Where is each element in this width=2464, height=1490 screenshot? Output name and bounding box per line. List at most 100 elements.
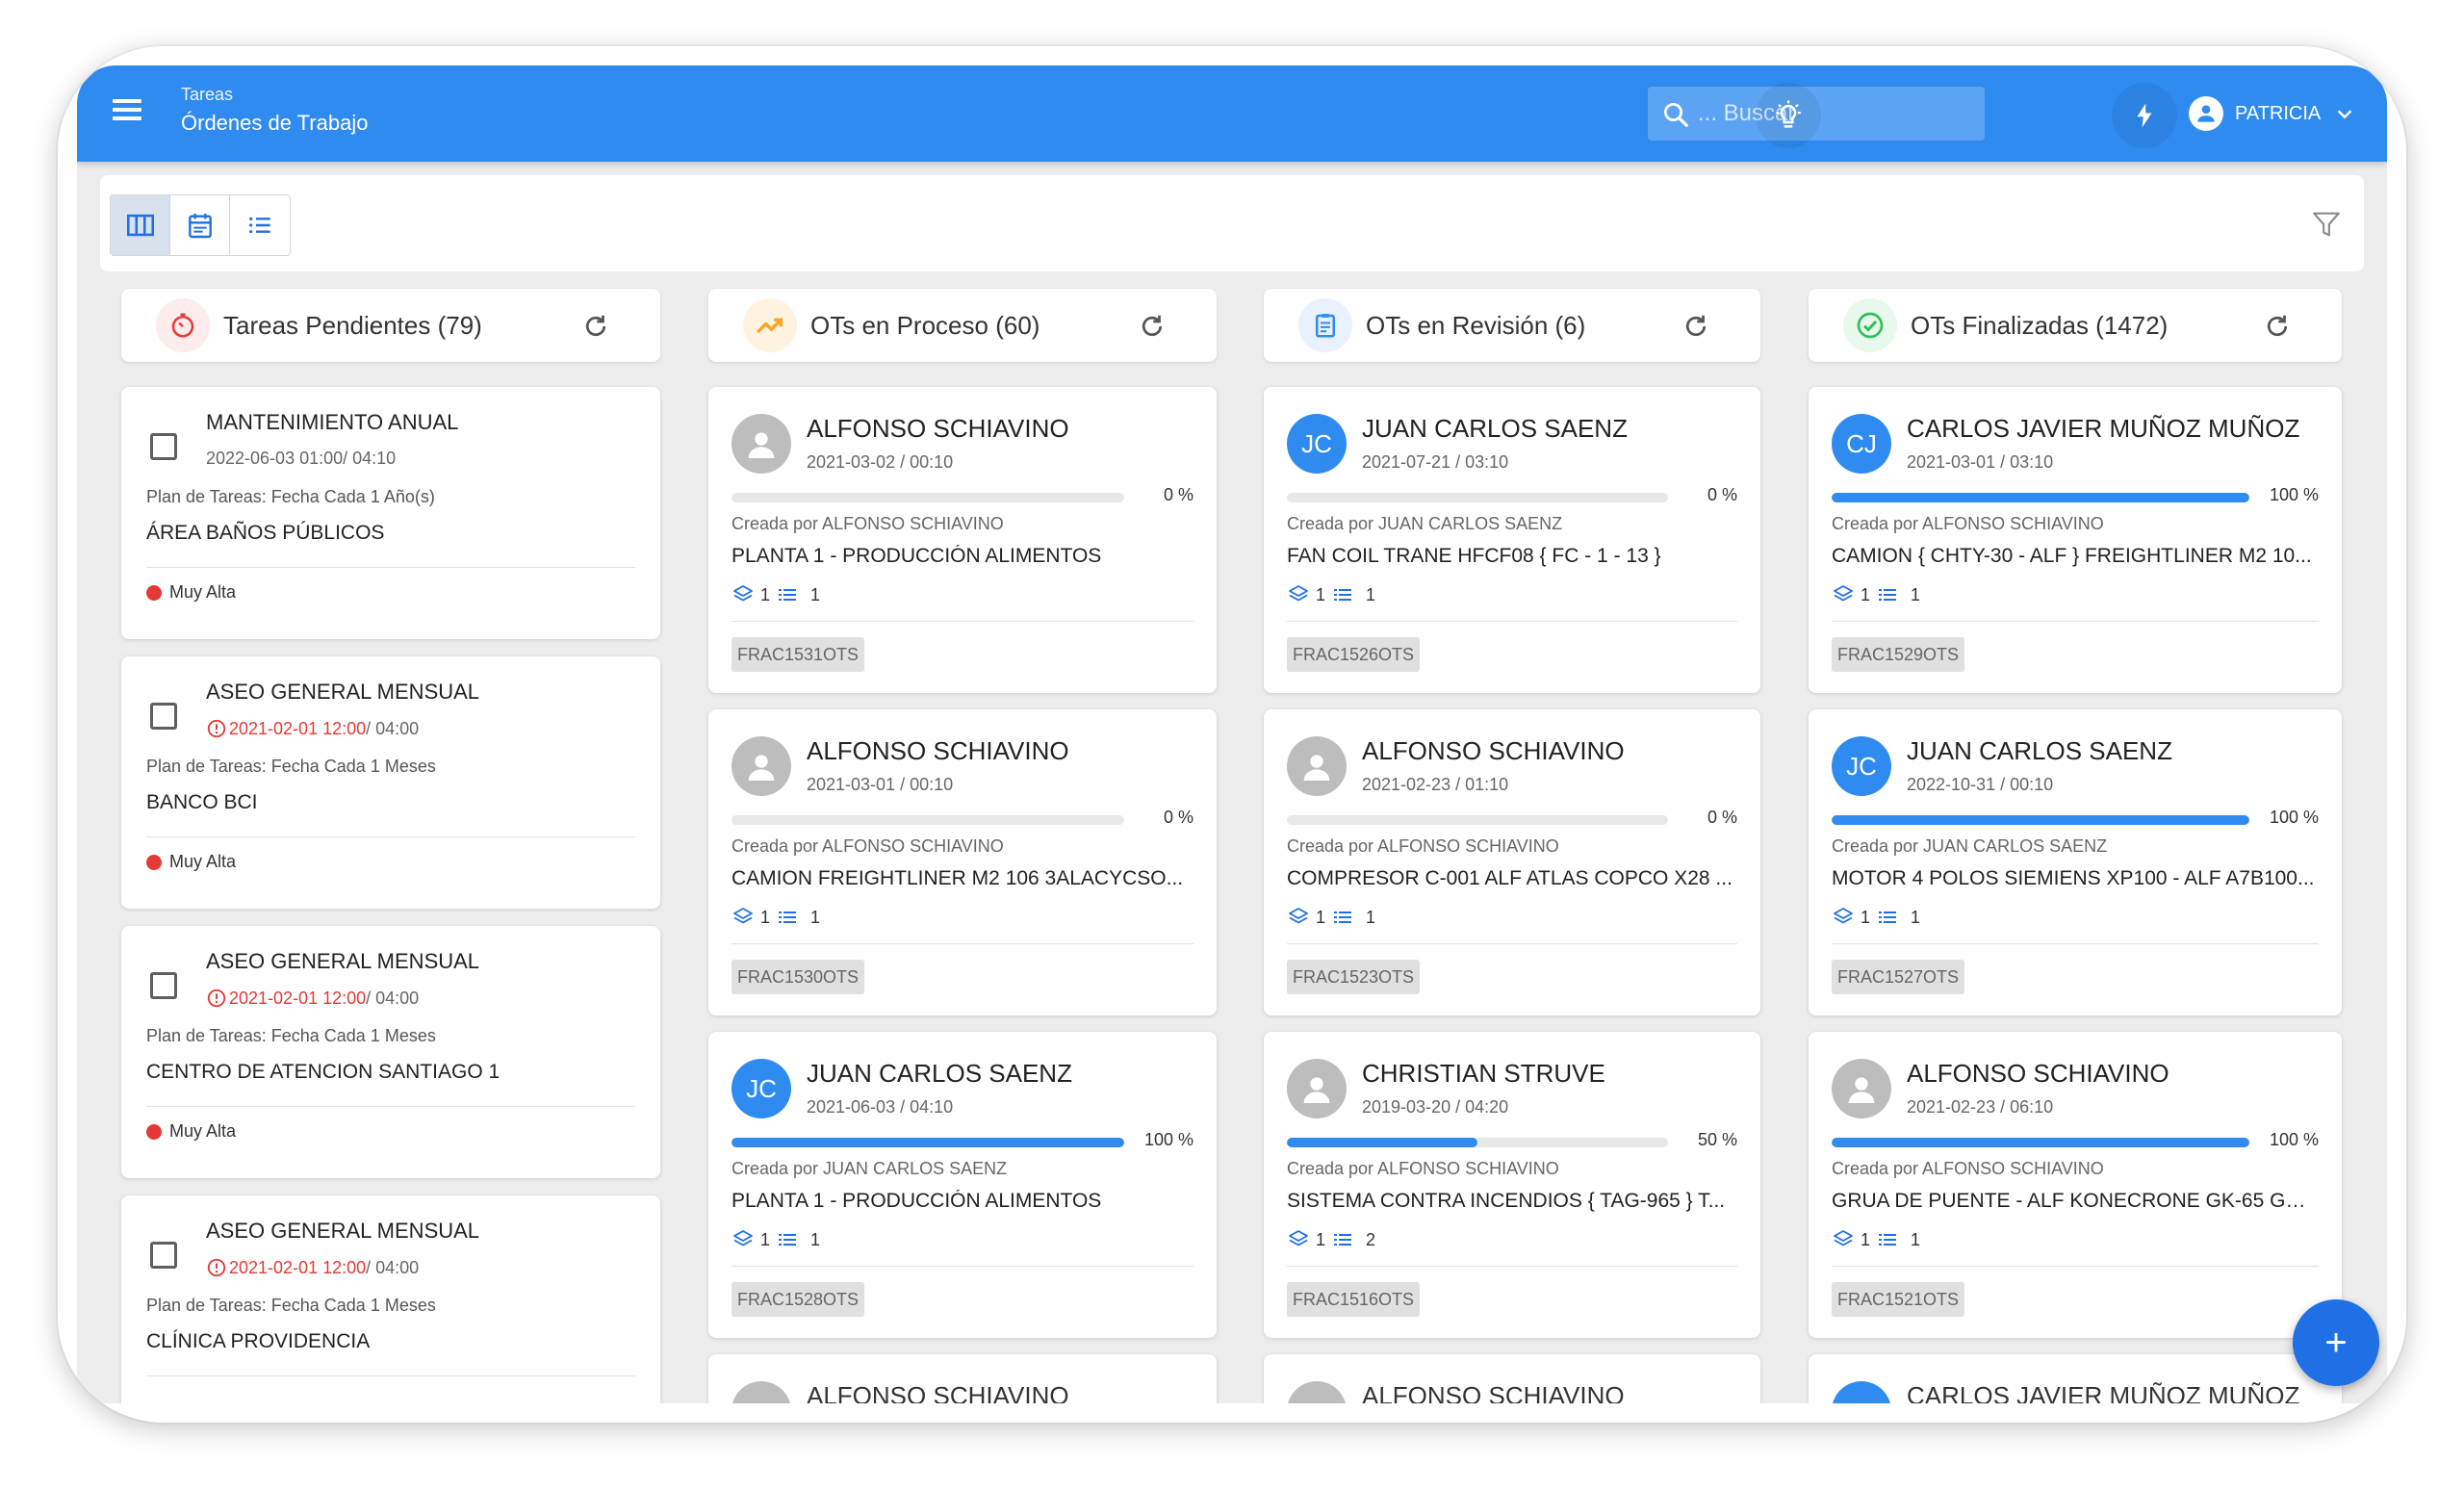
tasks-count: 1 [1911, 584, 1921, 604]
task-checkbox[interactable] [150, 1242, 177, 1269]
work-order-card[interactable]: ALFONSO SCHIAVINO 2021-02-23 / 06:10 100 %… [1809, 1032, 2342, 1338]
task-list-icon [1334, 912, 1352, 923]
work-order-card[interactable]: CJ CARLOS JAVIER MUÑOZ MUÑOZ 2021-03-01 / … [1809, 387, 2342, 693]
ot-code-badge: FRAC1529OTS [1832, 637, 1965, 672]
user-avatar-icon [2189, 96, 2223, 131]
assignee-name: ALFONSO SCHIAVINO [1362, 736, 1625, 765]
divider [146, 1106, 635, 1107]
assignee-name: ALFONSO SCHIAVINO [807, 414, 1069, 443]
work-order-card[interactable]: ALFONSO SCHIAVINO 2021-03-01 / 00:10 0 % Cr… [708, 709, 1217, 1015]
ot-date: 2022-10-31 / 00:10 [1907, 775, 2054, 794]
assignee-name: ALFONSO SCHIAVINO [1362, 1381, 1625, 1403]
work-order-card[interactable]: ALFONSO SCHIAVINO 2021-03-02 / 00:10 0 % Cr… [708, 387, 1217, 693]
created-by: Creada por ALFONSO SCHIAVINO [1832, 514, 2104, 533]
add-button[interactable]: + [2293, 1299, 2379, 1386]
user-menu[interactable]: PATRICIA [2189, 90, 2355, 137]
work-order-card[interactable]: JC JUAN CARLOS SAENZ 2021-07-21 / 03:10 0 %… [1264, 387, 1760, 693]
lightbulb-button[interactable] [1756, 83, 1821, 148]
calendar-view-button[interactable] [170, 195, 230, 255]
priority-badge: Muy Alta [146, 852, 236, 872]
list-view-button[interactable] [230, 195, 290, 255]
progress-bar [1287, 1138, 1668, 1147]
flash-button[interactable] [2112, 83, 2177, 148]
ot-counts: 11 [1832, 583, 1920, 606]
tasks-count: 1 [1911, 1229, 1921, 1249]
divider [146, 1375, 635, 1376]
task-card[interactable]: ASEO GENERAL MENSUAL 2021-02-01 12:00/ 0… [121, 656, 660, 909]
task-checkbox[interactable] [150, 433, 177, 460]
ot-code-badge: FRAC1531OTS [732, 637, 865, 672]
hamburger-menu-icon[interactable] [108, 94, 146, 133]
chevron-down-icon [2338, 110, 2352, 119]
task-duration: / 04:10 [343, 449, 397, 468]
task-datetime: 2021-02-01 12:00/ 04:00 [206, 988, 419, 1009]
ot-counts: 11 [1287, 583, 1375, 606]
tasks-count: 2 [1366, 1229, 1376, 1249]
task-card[interactable]: MANTENIMIENTO ANUAL 2022-06-03 01:00/ 04… [121, 387, 660, 639]
device-frame: Tareas Órdenes de Trabajo PATRICIA [58, 46, 2406, 1423]
avatar [1832, 1381, 1891, 1403]
task-list-icon [1879, 1234, 1897, 1246]
equipment-name: PLANTA 1 - PRODUCCIÓN ALIMENTOS [732, 545, 1102, 567]
equipment-name: MOTOR 4 POLOS SIEMIENS XP100 - ALF A7B10… [1832, 867, 2315, 889]
created-by: Creada por ALFONSO SCHIAVINO [1832, 1159, 2104, 1178]
task-location: CENTRO DE ATENCION SANTIAGO 1 [146, 1061, 500, 1083]
work-order-card[interactable]: CARLOS JAVIER MUÑOZ MUÑOZ [1809, 1354, 2342, 1403]
work-order-card[interactable]: ALFONSO SCHIAVINO [708, 1354, 1217, 1403]
tasks-count: 1 [1366, 907, 1376, 927]
task-duration: / 04:00 [366, 988, 420, 1008]
progress-fill [1287, 1138, 1477, 1147]
work-order-card[interactable]: CHRISTIAN STRUVE 2019-03-20 / 04:20 50 % Cr… [1264, 1032, 1760, 1338]
work-order-card[interactable]: JC JUAN CARLOS SAENZ 2022-10-31 / 00:10 100… [1809, 709, 2342, 1015]
work-order-card[interactable]: JC JUAN CARLOS SAENZ 2021-06-03 / 04:10 100… [708, 1032, 1217, 1338]
task-checkbox[interactable] [150, 703, 177, 730]
task-datetime: 2022-06-03 01:00/ 04:10 [206, 449, 396, 469]
task-checkbox[interactable] [150, 972, 177, 999]
progress-percent: 0 % [1163, 485, 1194, 504]
avatar [1287, 1059, 1347, 1118]
avatar-initials: JC [1301, 428, 1332, 458]
column-title: OTs en Revisión (6) [1366, 310, 1586, 340]
work-order-card[interactable]: ALFONSO SCHIAVINO 2021-02-23 / 01:10 0 % Cr… [1264, 709, 1760, 1015]
task-datetime: 2021-02-01 12:00/ 04:00 [206, 1257, 419, 1278]
search-input[interactable] [1698, 87, 1977, 141]
lightbulb-icon [1776, 100, 1801, 128]
refresh-icon[interactable] [1138, 312, 1167, 341]
task-list-icon [1334, 1234, 1352, 1246]
person-icon [748, 755, 775, 781]
task-location: BANCO BCI [146, 791, 258, 813]
created-by: Creada por JUAN CARLOS SAENZ [1832, 836, 2108, 856]
layers-count: 1 [1316, 584, 1326, 604]
refresh-icon[interactable] [2263, 312, 2292, 341]
refresh-icon[interactable] [581, 312, 610, 341]
person-icon [1303, 755, 1330, 781]
column-header: OTs en Revisión (6) [1264, 289, 1760, 362]
created-by: Creada por JUAN CARLOS SAENZ [1287, 514, 1563, 533]
clipboard-icon [1298, 298, 1352, 352]
assignee-name: CHRISTIAN STRUVE [1362, 1059, 1605, 1088]
task-duration: / 04:00 [366, 1257, 420, 1277]
filter-button[interactable] [2310, 208, 2343, 245]
ot-code-badge: FRAC1527OTS [1832, 960, 1965, 994]
divider [1287, 1266, 1737, 1267]
app-screen: Tareas Órdenes de Trabajo PATRICIA [77, 65, 2387, 1403]
priority-dot-icon [146, 854, 162, 870]
divider [732, 1266, 1194, 1267]
assignee-name: JUAN CARLOS SAENZ [807, 1059, 1072, 1088]
task-list-icon [1879, 589, 1897, 601]
task-card[interactable]: ASEO GENERAL MENSUAL 2021-02-01 12:00/ 0… [121, 1195, 660, 1403]
task-card[interactable]: ASEO GENERAL MENSUAL 2021-02-01 12:00/ 0… [121, 926, 660, 1178]
work-order-card[interactable]: ALFONSO SCHIAVINO [1264, 1354, 1760, 1403]
refresh-icon[interactable] [1681, 312, 1710, 341]
avatar [732, 1381, 791, 1403]
page-titles: Tareas Órdenes de Trabajo [181, 85, 368, 136]
priority-dot-icon [146, 584, 162, 601]
avatar-initials: CJ [1846, 428, 1877, 458]
calendar-icon [188, 214, 212, 239]
task-plan: Plan de Tareas: Fecha Cada 1 Meses [146, 1026, 436, 1045]
column-title: Tareas Pendientes (79) [223, 310, 482, 340]
kanban-view-button[interactable] [111, 195, 170, 255]
layers-icon [733, 1230, 753, 1246]
column-header: OTs en Proceso (60) [708, 289, 1217, 362]
created-by: Creada por ALFONSO SCHIAVINO [732, 514, 1004, 533]
